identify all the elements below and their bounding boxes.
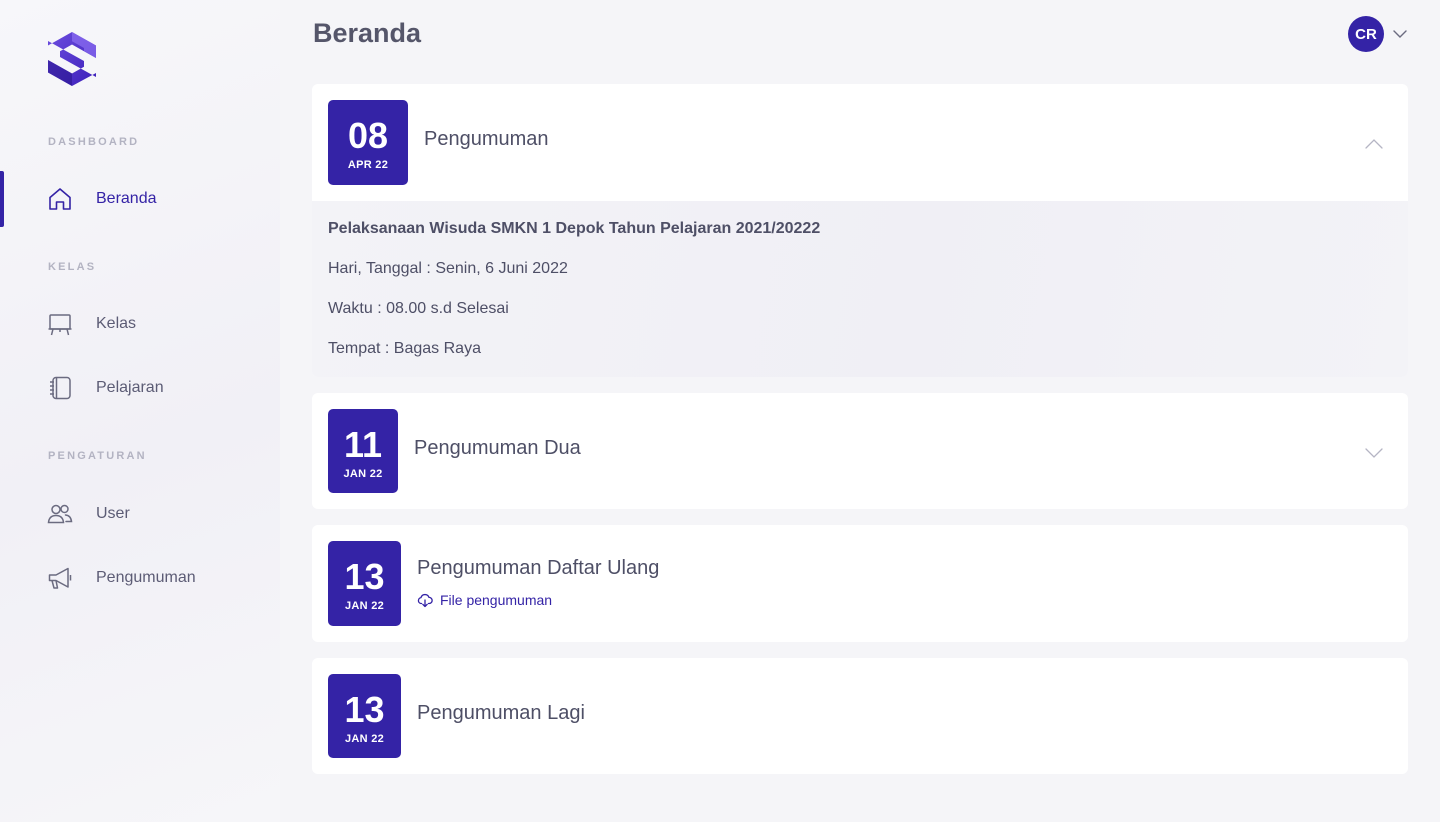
sidebar-item-label: Pengumuman bbox=[96, 569, 196, 586]
users-icon bbox=[47, 504, 73, 524]
classroom-board-icon bbox=[48, 314, 72, 336]
announcement-card: 11 JAN 22 Pengumuman Dua bbox=[312, 393, 1408, 509]
sidebar-item-label: User bbox=[96, 505, 130, 522]
section-dashboard: DASHBOARD bbox=[48, 136, 140, 148]
sidebar: DASHBOARD Beranda KELAS Kelas Pelajaran … bbox=[0, 0, 280, 822]
announcement-title[interactable]: Pengumuman Dua bbox=[414, 437, 581, 460]
sidebar-item-beranda[interactable]: Beranda bbox=[0, 171, 280, 227]
sidebar-item-label: Pelajaran bbox=[96, 379, 164, 396]
sidebar-item-label: Kelas bbox=[96, 315, 137, 332]
section-pengaturan: PENGATURAN bbox=[48, 450, 147, 462]
announcement-card: 13 JAN 22 Pengumuman Daftar Ulang File p… bbox=[312, 525, 1408, 642]
date-month: JAN 22 bbox=[344, 600, 385, 612]
date-badge: 13 JAN 22 bbox=[328, 674, 401, 758]
announcement-body-headline: Pelaksanaan Wisuda SMKN 1 Depok Tahun Pe… bbox=[328, 220, 821, 237]
announcement-body-line: Hari, Tanggal : Senin, 6 Juni 2022 bbox=[328, 260, 568, 277]
megaphone-icon bbox=[48, 567, 72, 589]
chevron-up-icon[interactable] bbox=[1364, 134, 1384, 154]
announcement-body-line: Waktu : 08.00 s.d Selesai bbox=[328, 300, 509, 317]
date-day: 11 bbox=[343, 424, 383, 465]
announcement-title[interactable]: Pengumuman Lagi bbox=[417, 702, 585, 725]
home-icon bbox=[49, 188, 71, 210]
file-download-link[interactable]: File pengumuman bbox=[417, 592, 552, 608]
date-month: APR 22 bbox=[347, 159, 389, 171]
date-badge: 11 JAN 22 bbox=[328, 409, 398, 493]
date-day: 13 bbox=[344, 556, 385, 597]
announcement-card: 08 APR 22 Pengumuman Pelaksanaan Wisuda … bbox=[312, 84, 1408, 377]
sidebar-item-label: Beranda bbox=[96, 190, 157, 207]
sidebar-item-pengumuman[interactable]: Pengumuman bbox=[0, 550, 280, 606]
user-avatar[interactable]: CR bbox=[1348, 16, 1384, 52]
date-month: JAN 22 bbox=[344, 733, 385, 745]
announcement-title[interactable]: Pengumuman Daftar Ulang bbox=[417, 557, 659, 580]
sidebar-item-pelajaran[interactable]: Pelajaran bbox=[0, 360, 280, 416]
date-badge: 13 JAN 22 bbox=[328, 541, 401, 626]
sidebar-item-kelas[interactable]: Kelas bbox=[0, 296, 280, 352]
sidebar-item-user[interactable]: User bbox=[0, 486, 280, 542]
date-day: 08 bbox=[347, 115, 389, 156]
cloud-download-icon bbox=[417, 593, 433, 608]
announcement-body-line: Tempat : Bagas Raya bbox=[328, 340, 481, 357]
announcement-card: 13 JAN 22 Pengumuman Lagi bbox=[312, 658, 1408, 774]
date-badge: 08 APR 22 bbox=[328, 100, 408, 185]
date-month: JAN 22 bbox=[343, 468, 383, 480]
chevron-down-icon[interactable] bbox=[1392, 26, 1408, 42]
app-logo[interactable] bbox=[46, 30, 98, 88]
file-link-label: File pengumuman bbox=[440, 592, 553, 608]
notebook-icon bbox=[50, 376, 71, 400]
announcement-title[interactable]: Pengumuman bbox=[424, 128, 549, 151]
page-title: Beranda bbox=[313, 18, 422, 48]
section-kelas: KELAS bbox=[48, 261, 97, 273]
chevron-down-icon[interactable] bbox=[1364, 443, 1384, 463]
date-day: 13 bbox=[344, 689, 385, 730]
announcement-body: Pelaksanaan Wisuda SMKN 1 Depok Tahun Pe… bbox=[312, 201, 1408, 377]
